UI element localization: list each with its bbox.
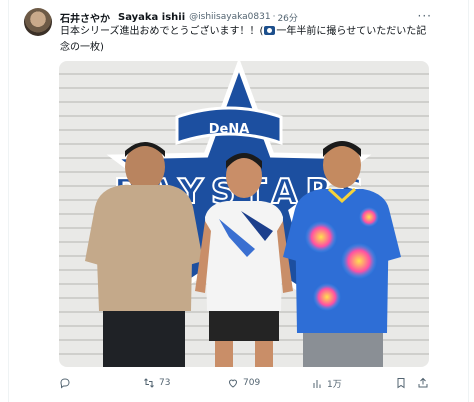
user-handle[interactable]: @ishiisayaka0831 (189, 12, 270, 22)
tweet-text-main: 日本シリーズ進出おめでとうございます！！( (60, 26, 264, 37)
reply-button[interactable] (59, 377, 75, 389)
tweet-photo[interactable]: DeNA BAYSTARS (59, 61, 429, 367)
dena-logo-text: DeNA (209, 122, 250, 137)
views-chart-icon (313, 379, 321, 388)
share-button[interactable] (417, 377, 429, 389)
heart-icon (228, 379, 238, 388)
tweet-header: 石井さやか Sayaka ishii @ishiisayaka0831 · 26… (60, 9, 434, 25)
share-icon (418, 377, 428, 388)
like-count: 709 (243, 378, 261, 388)
retweet-button[interactable]: 73 (143, 377, 170, 389)
more-options-icon[interactable]: ··· (418, 9, 432, 23)
retweet-count: 73 (159, 378, 171, 388)
bookmark-icon (397, 378, 405, 389)
timeline-right-border (468, 0, 469, 402)
camera-icon (264, 26, 276, 35)
reply-icon (60, 378, 70, 389)
photo-svg: DeNA BAYSTARS (59, 61, 429, 367)
avatar[interactable] (24, 8, 52, 36)
separator-dot: · (272, 12, 276, 22)
retweet-icon (144, 378, 154, 388)
tweet-time[interactable]: 26分 (277, 11, 297, 24)
timeline-left-border (8, 0, 9, 402)
bookmark-button[interactable] (395, 377, 407, 389)
tweet-text: 日本シリーズ進出おめでとうございます！！(一年半前に撮らせていただいた記念の一枚… (60, 24, 430, 56)
like-button[interactable]: 709 (227, 377, 260, 389)
tweet-actions: 73 709 1万 (55, 377, 432, 393)
display-name-en[interactable]: Sayaka ishii (118, 12, 185, 23)
views-button[interactable]: 1万 (311, 377, 342, 390)
display-name-jp[interactable]: 石井さやか (60, 10, 110, 25)
views-count: 1万 (327, 380, 342, 390)
